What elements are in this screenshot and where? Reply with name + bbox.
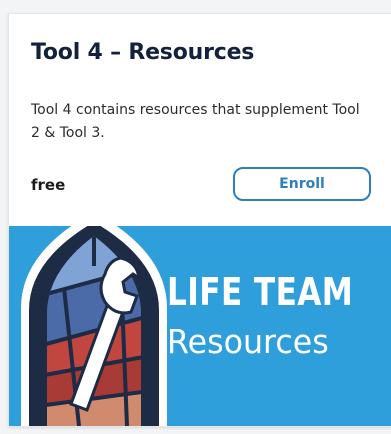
enroll-button[interactable]: Enroll (233, 167, 371, 201)
price-label: free (31, 176, 66, 194)
banner-subtitle: Resources (167, 322, 329, 361)
course-card: Tool 4 – Resources Tool 4 contains resou… (8, 13, 391, 427)
course-description: Tool 4 contains resources that supplemen… (31, 102, 360, 141)
banner-title: LIFE TEAM (167, 270, 354, 314)
course-banner-image: LIFE TEAM Resources (9, 226, 391, 426)
course-title: Tool 4 – Resources (31, 40, 255, 65)
